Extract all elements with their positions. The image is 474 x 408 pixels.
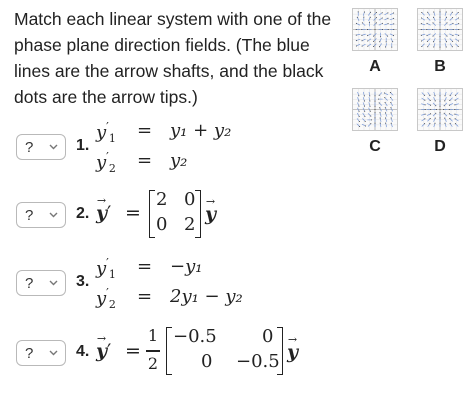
equation-1-rhs-1: y₁ + y₂ [170,120,232,141]
question-prompt: Match each linear system with one of the… [14,9,332,107]
answer-select-4[interactable]: ? [16,340,66,366]
answer-select-1[interactable]: ? [16,134,66,160]
direction-field-b-graph [418,9,462,50]
equation-3-row-1: y′1 [96,256,116,281]
chevron-down-icon [49,280,58,286]
matrix-entry: 0 [156,214,168,235]
question-number-2: 2. [76,205,90,222]
question-number-3: 3. [76,273,90,290]
equals-sign: = [137,286,153,307]
chevron-down-icon [49,212,58,218]
subscript: 1 [108,268,116,281]
matrix-left-bracket [149,190,155,238]
matrix-entry: 2 [156,189,168,210]
subscript: 2 [108,298,116,311]
matrix-entry: −0.5 [236,351,280,372]
answer-select-2[interactable]: ? [16,202,66,228]
select-value: ? [25,274,34,292]
equals-sign: = [125,202,141,224]
direction-field-a-thumbnail[interactable] [352,8,398,51]
answer-select-3[interactable]: ? [16,270,66,296]
chevron-down-icon [49,144,58,150]
prime: ′ [107,340,112,362]
equation-3-row-2: y′2 [96,286,116,311]
matrix-entry: 0 [201,351,213,372]
subscript: 1 [108,132,116,145]
equals-sign: = [137,150,153,171]
direction-field-a-graph [353,9,397,50]
vector-arrow-icon: → [205,195,216,208]
fraction-bar [146,350,160,352]
select-value: ? [25,138,34,156]
matrix-entry: 2 [184,214,196,235]
vector-y: → y [205,195,217,225]
var: y [96,122,107,143]
equation-1-rhs-2: y₂ [170,150,188,171]
matrix-entry: 0 [262,326,274,347]
equation-1-row-2: y′2 [96,150,116,175]
select-value: ? [25,206,34,224]
matrix-entry: 0 [184,189,196,210]
direction-field-c-thumbnail[interactable] [352,88,398,131]
equation-3-rhs-2: 2y₁ − y₂ [170,286,243,307]
var: y [96,258,107,279]
vector-y: → y [96,194,108,224]
matrix-right-bracket [195,190,201,238]
equation-1-row-1: y′1 [96,120,116,145]
vector-y: → y [287,333,299,363]
subscript: 2 [108,162,116,175]
option-label-a: A [369,58,381,75]
fraction-numerator: 1 [147,326,159,345]
question-number-4: 4. [76,343,90,360]
vector-arrow-icon: → [287,333,298,346]
option-label-c: C [369,138,381,155]
var: y [96,288,107,309]
direction-field-b-thumbnail[interactable] [417,8,463,51]
matrix-left-bracket [166,327,172,375]
equals-sign: = [137,256,153,277]
chevron-down-icon [49,350,58,356]
equation-4-lhs: → y′ [96,332,112,362]
prime: ′ [107,202,112,224]
fraction-denominator: 2 [147,354,159,373]
direction-field-c-graph [353,89,397,130]
vector-arrow-icon: → [96,194,107,207]
equals-sign: = [137,120,153,141]
question-number-1: 1. [76,137,90,154]
equals-sign: = [125,340,141,362]
option-label-d: D [434,138,446,155]
equation-2-rhs: → y [205,195,217,225]
equation-4-rhs: → y [287,333,299,363]
matrix-entry: −0.5 [173,326,217,347]
option-label-b: B [434,58,446,75]
select-value: ? [25,344,34,362]
vector-arrow-icon: → [96,332,107,345]
equation-2-lhs: → y′ [96,194,112,224]
direction-field-d-graph [418,89,462,130]
matrix-right-bracket [277,327,283,375]
direction-field-d-thumbnail[interactable] [417,88,463,131]
equation-3-rhs-1: −y₁ [170,256,203,277]
vector-y: → y [96,332,108,362]
var: y [96,152,107,173]
